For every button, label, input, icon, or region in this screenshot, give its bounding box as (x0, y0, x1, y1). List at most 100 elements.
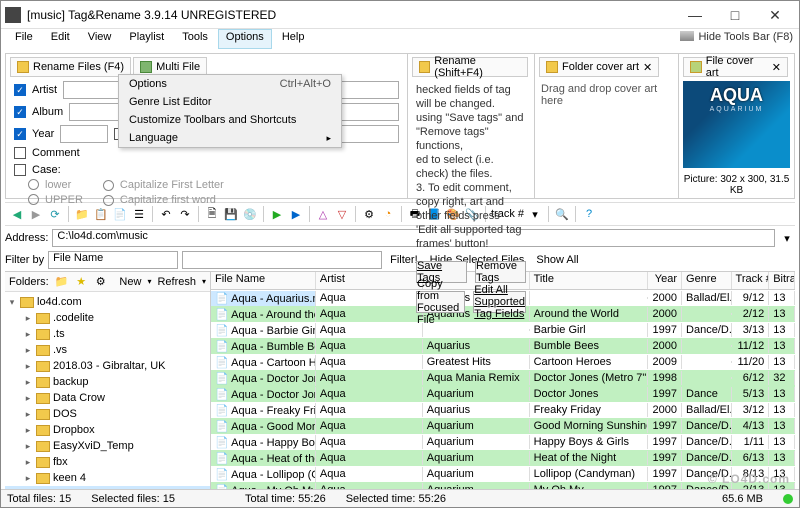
status-selected: Selected files: 15 (91, 493, 175, 505)
menu-options[interactable]: Options (218, 29, 272, 49)
capword-radio[interactable] (103, 195, 114, 206)
watermark: © LO4D.com (708, 472, 790, 486)
app-icon (5, 7, 21, 23)
zoom-icon[interactable]: 🔍 (554, 206, 570, 222)
dd-language[interactable]: Language (119, 129, 341, 147)
folder-node[interactable]: ▸fbx (5, 454, 210, 470)
album-checkbox[interactable]: ✓ (14, 106, 26, 118)
multi-icon (140, 61, 152, 73)
menu-edit[interactable]: Edit (43, 29, 78, 49)
folder-tree[interactable]: ▾lo4d.com▸.codelite▸.ts▸.vs▸2018.03 - Gi… (5, 292, 210, 489)
case-checkbox[interactable] (14, 164, 26, 176)
tab-file-cover[interactable]: File cover art✕ (683, 57, 788, 77)
col-year[interactable]: Year (648, 272, 682, 289)
close-folder-cover-icon[interactable]: ✕ (643, 61, 652, 74)
menu-help[interactable]: Help (274, 29, 313, 49)
col-filename[interactable]: File Name (211, 272, 316, 289)
album-cover-image: AQUA AQUARIUM (683, 81, 790, 168)
close-button[interactable]: ✕ (755, 3, 795, 27)
menubar: File Edit View Playlist Tools Options He… (1, 29, 318, 49)
remove-tags-button[interactable]: Remove Tags (475, 261, 526, 283)
rename-icon (17, 61, 29, 73)
status-seltime: Selected time: 55:26 (346, 493, 446, 505)
menu-tools[interactable]: Tools (174, 29, 216, 49)
filter-label: Filter by (5, 254, 44, 266)
col-artist[interactable]: Artist (316, 272, 423, 289)
capfirst-radio[interactable] (103, 180, 114, 191)
col-title[interactable]: Title (530, 272, 649, 289)
instructions: hecked fields of tag will be changed.usi… (408, 77, 534, 257)
folder-node[interactable]: ▸.codelite (5, 310, 210, 326)
lower-radio[interactable] (28, 179, 39, 190)
close-file-cover-icon[interactable]: ✕ (772, 61, 781, 74)
dd-options[interactable]: OptionsCtrl+Alt+O (119, 75, 341, 93)
status-time: Total time: 55:26 (245, 493, 326, 505)
minimize-button[interactable]: — (675, 3, 715, 27)
year-label: Year (32, 128, 54, 140)
col-bitrate[interactable]: Bitrat (769, 272, 795, 289)
titlebar: [music] Tag&Rename 3.9.14 UNREGISTERED —… (1, 1, 799, 29)
upper-radio[interactable] (28, 194, 39, 205)
folder-node[interactable]: ▸DOS (5, 406, 210, 422)
folders-label: Folders: (9, 276, 49, 288)
folder-node[interactable]: ▸Data Crow (5, 390, 210, 406)
cover-info: Picture: 302 x 300, 31.5 KB (679, 172, 794, 198)
case-label: Case: (32, 164, 61, 176)
table-row[interactable]: 📄 Aqua - Heat of the N...AquaAquariumHea… (211, 450, 795, 466)
folder-gear-icon[interactable]: ⚙ (94, 274, 107, 290)
folder-node[interactable]: ▸EasyXviD_Temp (5, 438, 210, 454)
address-dropdown-icon[interactable]: ▾ (779, 230, 795, 246)
comment-checkbox[interactable] (14, 147, 26, 159)
table-row[interactable]: 📄 Aqua - Barbie Girl.mp3AquaBarbie Girl1… (211, 322, 795, 338)
folders-refresh[interactable]: Refresh (157, 276, 196, 288)
folder-node[interactable]: ▸Dropbox (5, 422, 210, 438)
folder-node[interactable]: ▸.ts (5, 326, 210, 342)
album-label: Album (32, 106, 63, 118)
table-row[interactable]: 📄 Aqua - Doctor Jones...AquaAquariumDoct… (211, 386, 795, 402)
folders-new[interactable]: New (119, 276, 141, 288)
dd-customize[interactable]: Customize Toolbars and Shortcuts (119, 111, 341, 129)
artist-checkbox[interactable]: ✓ (14, 84, 26, 96)
year-input[interactable] (60, 125, 108, 143)
menu-playlist[interactable]: Playlist (121, 29, 172, 49)
col-genre[interactable]: Genre (682, 272, 732, 289)
folder-node[interactable]: ▸keen 4 (5, 470, 210, 486)
hide-tools-icon (680, 31, 694, 41)
filter-select[interactable]: File Name (48, 251, 178, 269)
maximize-button[interactable]: □ (715, 3, 755, 27)
table-row[interactable]: 📄 Aqua - Happy Boys ...AquaAquariumHappy… (211, 434, 795, 450)
tab-folder-cover[interactable]: Folder cover art✕ (539, 57, 659, 77)
rename-shift-icon (419, 61, 430, 73)
file-cover-icon (690, 61, 702, 73)
year-checkbox[interactable]: ✓ (14, 128, 26, 140)
table-row[interactable]: 📄 Aqua - Doctor Jones ...AquaAqua Mania … (211, 370, 795, 386)
copy-focused-button[interactable]: Copy from Focused File (416, 291, 465, 313)
folder-node[interactable]: ▸backup (5, 374, 210, 390)
cover-drop-area[interactable]: Drag and drop cover art here (535, 77, 678, 198)
help-icon[interactable]: ? (581, 206, 597, 222)
folder-star-icon[interactable]: ★ (74, 274, 87, 290)
dd-genre-editor[interactable]: Genre List Editor (119, 93, 341, 111)
filter-value-input[interactable] (182, 251, 382, 269)
col-track[interactable]: Track # (732, 272, 770, 289)
folder-cd-icon[interactable]: 📁 (55, 274, 69, 290)
table-row[interactable]: 📄 Aqua - Bumble Bees...AquaAquariusBumbl… (211, 338, 795, 354)
window-title: [music] Tag&Rename 3.9.14 UNREGISTERED (27, 8, 675, 22)
table-row[interactable]: 📄 Aqua - Good Mornin...AquaAquariumGood … (211, 418, 795, 434)
status-dot-icon (783, 494, 793, 504)
folder-node[interactable]: ▸.vs (5, 342, 210, 358)
menu-file[interactable]: File (7, 29, 41, 49)
table-row[interactable]: 📄 Aqua - Freaky Friday...AquaAquariusFre… (211, 402, 795, 418)
tag-edit-panel: Rename Files (F4) Multi File ✓Artist ✓Al… (5, 53, 795, 199)
tab-rename-files[interactable]: Rename Files (F4) (10, 57, 131, 77)
status-bar: Total files: 15 Selected files: 15 Total… (1, 489, 799, 507)
edit-all-button[interactable]: Edit All Supported Tag Fields (473, 291, 526, 313)
status-size: 65.6 MB (722, 493, 763, 505)
show-all-button[interactable]: Show All (532, 254, 582, 266)
hide-tools-bar[interactable]: Hide Tools Bar (F8) (674, 29, 799, 51)
table-row[interactable]: 📄 Aqua - Cartoon Hero...AquaGreatest Hit… (211, 354, 795, 370)
folder-cover-icon (546, 61, 558, 73)
folder-node[interactable]: ▸2018.03 - Gibraltar, UK (5, 358, 210, 374)
menu-view[interactable]: View (80, 29, 120, 49)
tab-rename-shift[interactable]: Rename (Shift+F4) (412, 57, 528, 77)
